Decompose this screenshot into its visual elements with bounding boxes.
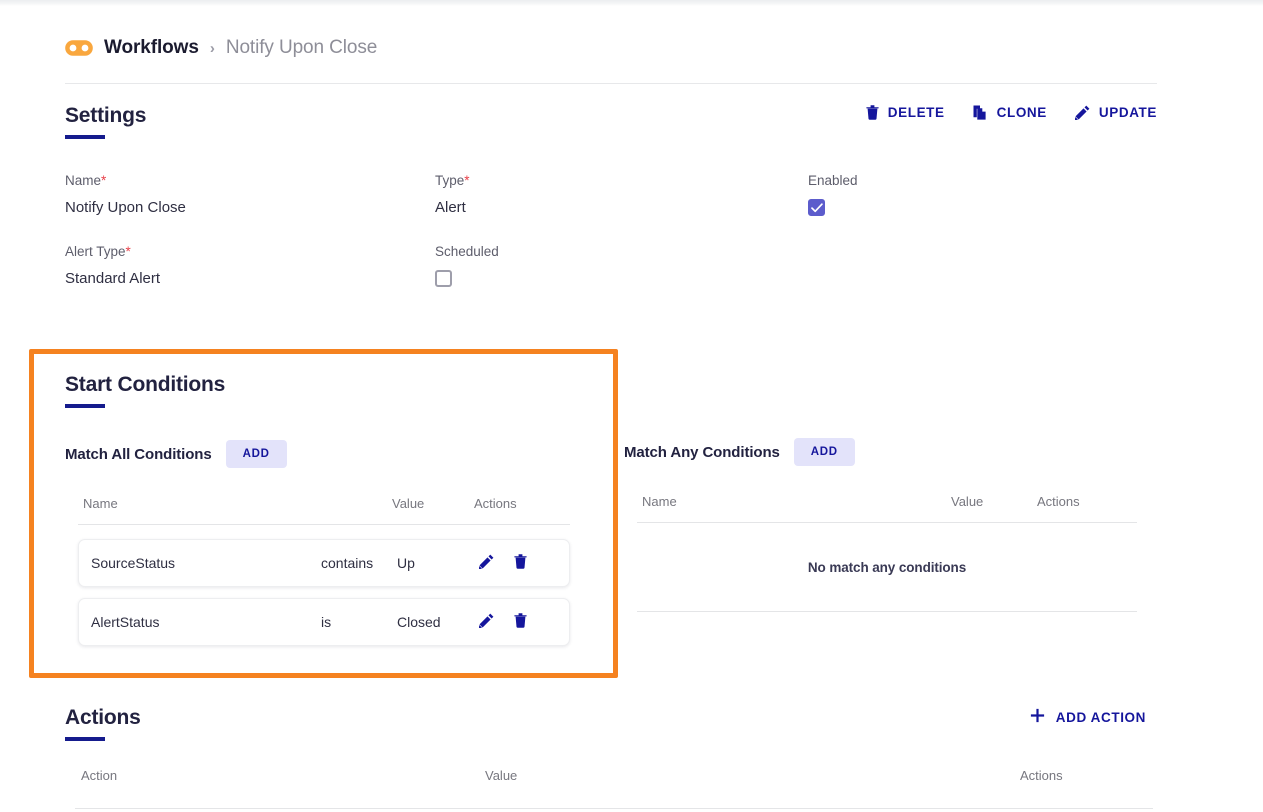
field-enabled: Enabled bbox=[808, 173, 858, 216]
match-all-header-divider bbox=[78, 524, 570, 525]
col-action: Action bbox=[65, 768, 485, 783]
settings-toolbar: DELETE CLONE UPDATE bbox=[866, 105, 1157, 120]
match-any-table-header: Name Value Actions bbox=[624, 494, 1140, 522]
edit-condition-button[interactable] bbox=[479, 554, 494, 572]
field-enabled-label: Enabled bbox=[808, 173, 858, 188]
col-name: Name bbox=[624, 494, 951, 509]
field-alert-type-value: Standard Alert bbox=[65, 270, 160, 287]
field-name-value: Notify Upon Close bbox=[65, 199, 186, 216]
field-name: Name* Notify Upon Close bbox=[65, 173, 186, 216]
col-name: Name bbox=[65, 496, 392, 511]
trash-icon bbox=[514, 554, 527, 572]
condition-name: AlertStatus bbox=[79, 614, 321, 630]
delete-condition-button[interactable] bbox=[514, 554, 527, 572]
field-alert-type: Alert Type* Standard Alert bbox=[65, 244, 160, 287]
scheduled-checkbox[interactable] bbox=[435, 270, 452, 287]
plus-icon bbox=[1030, 708, 1045, 726]
table-row[interactable]: AlertStatus is Closed bbox=[78, 598, 570, 646]
update-button-label: UPDATE bbox=[1099, 105, 1157, 120]
field-name-label: Name* bbox=[65, 173, 186, 188]
condition-operator: contains bbox=[321, 555, 397, 571]
delete-button-label: DELETE bbox=[888, 105, 945, 120]
match-any-bottom-divider bbox=[637, 611, 1137, 612]
chevron-right-icon: › bbox=[210, 40, 215, 57]
copy-icon bbox=[973, 105, 988, 120]
breadcrumb-root-link[interactable]: Workflows bbox=[104, 37, 199, 59]
required-marker: * bbox=[101, 173, 106, 188]
breadcrumb-current: Notify Upon Close bbox=[226, 37, 377, 59]
field-alert-type-label: Alert Type* bbox=[65, 244, 160, 259]
start-conditions-heading: Start Conditions bbox=[65, 373, 225, 408]
match-any-header: Match Any Conditions ADD bbox=[624, 438, 1140, 466]
breadcrumb-divider bbox=[65, 83, 1157, 84]
col-value: Value bbox=[485, 768, 1020, 783]
match-all-table-header: Name Value Actions bbox=[65, 496, 583, 524]
settings-title: Settings bbox=[65, 104, 146, 128]
col-value: Value bbox=[951, 494, 1037, 509]
match-any-conditions-group: Match Any Conditions ADD Name Value Acti… bbox=[624, 438, 1140, 612]
col-value: Value bbox=[392, 496, 474, 511]
settings-heading: Settings bbox=[65, 104, 146, 139]
actions-table: Action Value Actions bbox=[65, 768, 1157, 809]
field-scheduled: Scheduled bbox=[435, 244, 499, 292]
match-all-title: Match All Conditions bbox=[65, 446, 212, 463]
infinity-logo-icon bbox=[65, 39, 93, 57]
actions-table-header: Action Value Actions bbox=[65, 768, 1157, 796]
check-icon bbox=[811, 203, 823, 213]
clone-button-label: CLONE bbox=[997, 105, 1047, 120]
col-actions: Actions bbox=[474, 496, 517, 511]
col-actions: Actions bbox=[1020, 768, 1063, 783]
table-row[interactable]: SourceStatus contains Up bbox=[78, 539, 570, 587]
field-type-value: Alert bbox=[435, 199, 470, 216]
condition-name: SourceStatus bbox=[79, 555, 321, 571]
start-conditions-title-underline bbox=[65, 404, 105, 408]
pencil-icon bbox=[479, 554, 494, 572]
condition-value: Closed bbox=[397, 614, 479, 630]
enabled-checkbox[interactable] bbox=[808, 199, 825, 216]
match-all-header: Match All Conditions ADD bbox=[65, 440, 583, 468]
required-marker: * bbox=[126, 244, 131, 259]
condition-value: Up bbox=[397, 555, 479, 571]
field-type: Type* Alert bbox=[435, 173, 470, 216]
start-conditions-title: Start Conditions bbox=[65, 373, 225, 397]
clone-button[interactable]: CLONE bbox=[973, 105, 1047, 120]
add-action-button[interactable]: ADD ACTION bbox=[1030, 708, 1146, 726]
match-all-conditions-group: Match All Conditions ADD Name Value Acti… bbox=[65, 440, 583, 646]
actions-header-divider bbox=[75, 808, 1153, 809]
trash-icon bbox=[866, 105, 879, 120]
actions-heading: Actions bbox=[65, 706, 141, 741]
pencil-icon bbox=[1075, 105, 1090, 120]
match-all-table: Name Value Actions SourceStatus contains… bbox=[65, 496, 583, 646]
field-type-label: Type* bbox=[435, 173, 470, 188]
match-any-empty-message: No match any conditions bbox=[637, 523, 1137, 611]
match-any-title: Match Any Conditions bbox=[624, 444, 780, 461]
required-marker: * bbox=[464, 173, 469, 188]
delete-condition-button[interactable] bbox=[514, 613, 527, 631]
edit-condition-button[interactable] bbox=[479, 613, 494, 631]
pencil-icon bbox=[479, 613, 494, 631]
match-any-table: Name Value Actions No match any conditio… bbox=[624, 494, 1140, 612]
breadcrumb: Workflows › Notify Upon Close bbox=[65, 28, 377, 68]
condition-operator: is bbox=[321, 614, 397, 630]
update-button[interactable]: UPDATE bbox=[1075, 105, 1157, 120]
actions-title-underline bbox=[65, 737, 105, 741]
page-root: Workflows › Notify Upon Close Settings D… bbox=[0, 6, 1263, 812]
delete-button[interactable]: DELETE bbox=[866, 105, 945, 120]
col-actions: Actions bbox=[1037, 494, 1080, 509]
settings-title-underline bbox=[65, 135, 105, 139]
match-all-add-button[interactable]: ADD bbox=[226, 440, 287, 468]
add-action-label: ADD ACTION bbox=[1056, 710, 1146, 725]
field-scheduled-label: Scheduled bbox=[435, 244, 499, 259]
actions-title: Actions bbox=[65, 706, 141, 730]
trash-icon bbox=[514, 613, 527, 631]
match-any-add-button[interactable]: ADD bbox=[794, 438, 855, 466]
